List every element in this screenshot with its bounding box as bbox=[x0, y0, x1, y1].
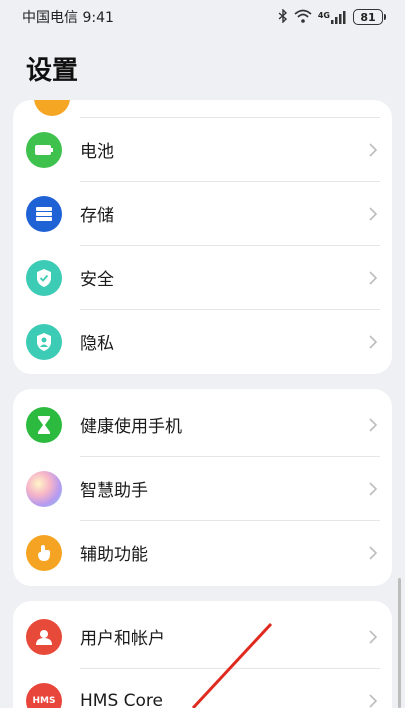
annotation-arrow bbox=[191, 622, 273, 708]
scrollbar[interactable] bbox=[398, 578, 401, 708]
